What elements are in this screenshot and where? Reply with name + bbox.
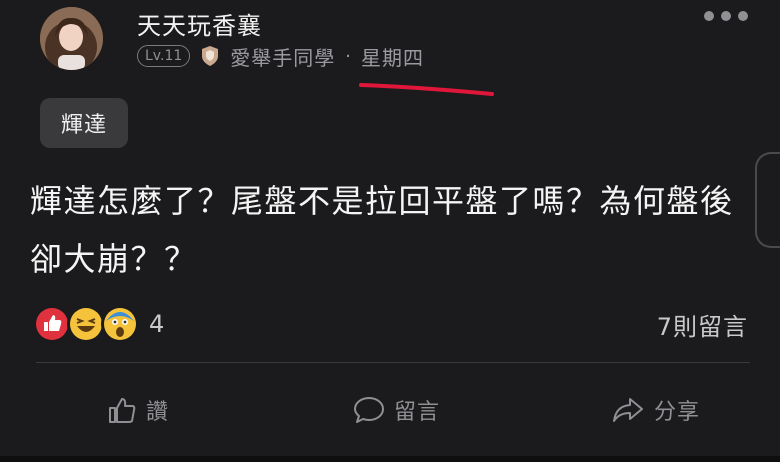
thumbs-up-outline-icon <box>109 398 136 423</box>
laughing-emoji-icon <box>67 305 105 343</box>
meta-separator: · <box>345 45 351 67</box>
speech-bubble-icon <box>354 397 384 423</box>
level-badge: Lv.11 <box>137 45 191 67</box>
more-options-icon[interactable] <box>704 8 748 24</box>
author-name[interactable]: 天天玩香襄 <box>137 6 262 41</box>
group-name[interactable]: 愛舉手同學 <box>230 42 335 71</box>
like-button[interactable]: 讚 <box>106 392 169 428</box>
comment-button[interactable]: 留言 <box>352 392 440 428</box>
post-meta: Lv.11 愛舉手同學 · 星期四 <box>137 42 424 71</box>
share-button[interactable]: 分享 <box>610 392 700 428</box>
post-day: 星期四 <box>361 45 424 70</box>
divider <box>36 362 750 363</box>
reaction-summary[interactable]: 4 <box>33 305 165 343</box>
comment-label: 留言 <box>394 400 441 425</box>
comment-count[interactable]: 7則留言 <box>657 307 748 342</box>
more-dot-icon <box>704 11 714 21</box>
shocked-emoji-icon <box>101 305 139 343</box>
shield-badge-icon <box>202 46 219 66</box>
more-dot-icon <box>721 11 731 21</box>
handdrawn-underline <box>359 83 494 96</box>
share-arrow-icon <box>613 398 643 422</box>
topic-tag[interactable]: 輝達 <box>40 98 128 148</box>
author-avatar[interactable] <box>40 7 103 70</box>
reaction-count: 4 <box>149 310 165 338</box>
side-drawer-handle[interactable] <box>755 152 780 248</box>
post-body: 輝達怎麼了？尾盤不是拉回平盤了嗎？為何盤後卻大崩？？ <box>30 182 734 278</box>
like-label: 讚 <box>146 400 170 425</box>
thumbs-up-icon <box>33 305 71 343</box>
more-dot-icon <box>738 11 748 21</box>
bottom-edge <box>0 456 780 462</box>
share-label: 分享 <box>654 400 701 425</box>
